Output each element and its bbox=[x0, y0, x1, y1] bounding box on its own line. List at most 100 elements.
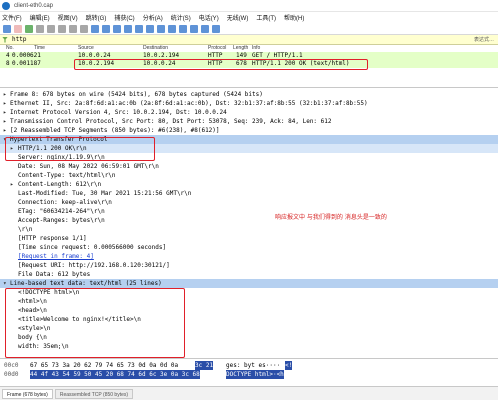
menu-item[interactable]: 帮助(H) bbox=[284, 13, 304, 22]
menu-item[interactable]: 统计(S) bbox=[171, 13, 191, 22]
menu-item[interactable]: 工具(T) bbox=[256, 13, 276, 22]
autoscroll-icon[interactable] bbox=[157, 24, 165, 33]
last-packet-icon[interactable] bbox=[146, 24, 154, 33]
detail-line[interactable]: [Request in frame: 4] bbox=[0, 252, 498, 261]
menu-item[interactable]: 文件(F) bbox=[2, 13, 22, 22]
zoom-out-icon[interactable] bbox=[190, 24, 198, 33]
expand-closed-icon[interactable]: ▸ bbox=[3, 126, 7, 135]
expand-closed-icon[interactable]: ▸ bbox=[3, 108, 7, 117]
column-source[interactable]: Source bbox=[78, 45, 94, 51]
detail-line[interactable]: ▸ Ethernet II, Src: 2a:8f:6d:a1:ac:0b (2a… bbox=[0, 99, 498, 108]
detail-line[interactable]: ▸ Frame 8: 678 bytes on wire (5424 bits),… bbox=[0, 90, 498, 99]
zoom-in-icon[interactable] bbox=[179, 24, 187, 33]
detail-line[interactable]: body {\n bbox=[0, 333, 498, 342]
detail-line[interactable]: ETag: "60634214-264"\r\n bbox=[0, 207, 498, 216]
detail-text: HTTP/1.1 200 OK\r\n bbox=[18, 145, 87, 152]
detail-text: File Data: 612 bytes bbox=[18, 271, 91, 278]
close-file-icon[interactable] bbox=[69, 24, 77, 33]
detail-line[interactable]: <!DOCTYPE html>\n bbox=[0, 288, 498, 297]
detail-text: Date: Sun, 08 May 2022 06:59:01 GMT\r\n bbox=[18, 163, 159, 170]
packet-bytes-pane: 00c0 67 65 73 3a 20 62 79 74 65 73 0d 0a… bbox=[0, 358, 498, 386]
menu-item[interactable]: 分析(A) bbox=[143, 13, 163, 22]
detail-line[interactable]: ▾ Hypertext Transfer Protocol bbox=[0, 135, 498, 144]
detail-line[interactable]: Last-Modified: Tue, 30 Mar 2021 15:21:56… bbox=[0, 189, 498, 198]
go-to-packet-icon[interactable] bbox=[124, 24, 132, 33]
packet-row-selected[interactable]: 8 0.001187 10.0.2.194 10.0.0.24 HTTP 678… bbox=[0, 60, 498, 68]
display-filter-bar: http 表达式… bbox=[0, 35, 498, 45]
detail-text: ETag: "60634214-264"\r\n bbox=[18, 208, 105, 215]
stop-icon[interactable] bbox=[14, 24, 22, 33]
detail-line[interactable]: Date: Sun, 08 May 2022 06:59:01 GMT\r\n bbox=[0, 162, 498, 171]
annotation-note: 响应报文中 与我们得到的 消息头是一致的 bbox=[275, 214, 387, 221]
detail-line[interactable]: Connection: keep-alive\r\n bbox=[0, 198, 498, 207]
detail-line[interactable]: ▸ Content-Length: 612\r\n bbox=[0, 180, 498, 189]
column-protocol[interactable]: Protocol bbox=[208, 45, 226, 51]
expand-open-icon[interactable]: ▾ bbox=[3, 135, 7, 144]
packet-list-empty-area bbox=[0, 68, 498, 88]
detail-line[interactable]: Accept-Ranges: bytes\r\n bbox=[0, 216, 498, 225]
detail-line[interactable]: [HTTP response 1/1] bbox=[0, 234, 498, 243]
menu-item[interactable]: 编辑(E) bbox=[30, 13, 50, 22]
window-titlebar: client-eth0.cap bbox=[0, 0, 498, 12]
tab-frame-bytes[interactable]: Frame (678 bytes) bbox=[2, 388, 53, 399]
detail-line[interactable]: <html>\n bbox=[0, 297, 498, 306]
expand-closed-icon[interactable]: ▸ bbox=[3, 99, 7, 108]
detail-text: Content-Length: 612\r\n bbox=[18, 181, 102, 188]
filter-expression-button[interactable]: 表达式… bbox=[474, 36, 494, 43]
packet-length: 149 bbox=[236, 52, 247, 59]
filter-bookmark-icon[interactable] bbox=[2, 36, 8, 43]
detail-line[interactable]: ▸ Transmission Control Protocol, Src Port… bbox=[0, 117, 498, 126]
menu-item[interactable]: 跳转(G) bbox=[86, 13, 107, 22]
restart-icon[interactable] bbox=[25, 24, 33, 33]
detail-line[interactable]: Content-Type: text/html\r\n bbox=[0, 171, 498, 180]
menu-item[interactable]: 无线(W) bbox=[227, 13, 249, 22]
detail-line[interactable]: ▸ Internet Protocol Version 4, Src: 10.0.… bbox=[0, 108, 498, 117]
open-icon[interactable] bbox=[47, 24, 55, 33]
packet-protocol: HTTP bbox=[208, 60, 223, 67]
packet-no: 8 bbox=[6, 60, 10, 67]
reload-icon[interactable] bbox=[80, 24, 88, 33]
back-icon[interactable] bbox=[102, 24, 110, 33]
column-no[interactable]: No. bbox=[6, 45, 14, 51]
options-icon[interactable] bbox=[36, 24, 44, 33]
detail-line[interactable]: File Data: 612 bytes bbox=[0, 270, 498, 279]
detail-line[interactable]: [Time since request: 0.000566000 seconds… bbox=[0, 243, 498, 252]
colorize-icon[interactable] bbox=[168, 24, 176, 33]
menu-item[interactable]: 视图(V) bbox=[58, 13, 78, 22]
menu-item[interactable]: 电话(Y) bbox=[199, 13, 219, 22]
zoom-reset-icon[interactable] bbox=[201, 24, 209, 33]
detail-line[interactable]: <style>\n bbox=[0, 324, 498, 333]
expand-closed-icon[interactable]: ▸ bbox=[10, 144, 14, 153]
first-packet-icon[interactable] bbox=[135, 24, 143, 33]
column-time[interactable]: Time bbox=[34, 45, 45, 51]
detail-line[interactable]: width: 35em;\n bbox=[0, 342, 498, 351]
expand-open-icon[interactable]: ▾ bbox=[3, 279, 7, 288]
expand-closed-icon[interactable]: ▸ bbox=[3, 117, 7, 126]
detail-text: [Time since request: 0.000566000 seconds… bbox=[18, 244, 167, 251]
display-filter-input[interactable]: http bbox=[12, 36, 474, 43]
expand-closed-icon[interactable]: ▸ bbox=[10, 180, 14, 189]
column-length[interactable]: Length bbox=[233, 45, 248, 51]
tab-reassembled-tcp[interactable]: Reassembled TCP (850 bytes) bbox=[54, 388, 134, 399]
resize-columns-icon[interactable] bbox=[212, 24, 220, 33]
detail-line[interactable]: [Request URI: http://192.168.0.120:30121… bbox=[0, 261, 498, 270]
detail-line[interactable]: ▾ Line-based text data: text/html (25 lin… bbox=[0, 279, 498, 288]
packet-no: 4 bbox=[6, 52, 10, 59]
save-icon[interactable] bbox=[58, 24, 66, 33]
shark-fin-icon[interactable] bbox=[3, 24, 11, 33]
column-destination[interactable]: Destination bbox=[143, 45, 168, 51]
packet-row[interactable]: 4 0.000621 10.0.0.24 10.0.2.194 HTTP 149… bbox=[0, 52, 498, 60]
find-icon[interactable] bbox=[91, 24, 99, 33]
detail-text: <!DOCTYPE html>\n bbox=[18, 289, 80, 296]
menu-item[interactable]: 捕获(C) bbox=[114, 13, 134, 22]
forward-icon[interactable] bbox=[113, 24, 121, 33]
detail-text: [Request URI: http://192.168.0.120:30121… bbox=[18, 262, 170, 269]
detail-line[interactable]: ▸ HTTP/1.1 200 OK\r\n bbox=[0, 144, 498, 153]
expand-closed-icon[interactable]: ▸ bbox=[3, 90, 7, 99]
detail-line[interactable]: Server: nginx/1.19.9\r\n bbox=[0, 153, 498, 162]
column-info[interactable]: Info bbox=[252, 45, 260, 51]
detail-line[interactable]: <head>\n bbox=[0, 306, 498, 315]
detail-line[interactable]: <title>Welcome to nginx!</title>\n bbox=[0, 315, 498, 324]
detail-line[interactable]: \r\n bbox=[0, 225, 498, 234]
detail-line[interactable]: ▸ [2 Reassembled TCP Segments (850 bytes)… bbox=[0, 126, 498, 135]
